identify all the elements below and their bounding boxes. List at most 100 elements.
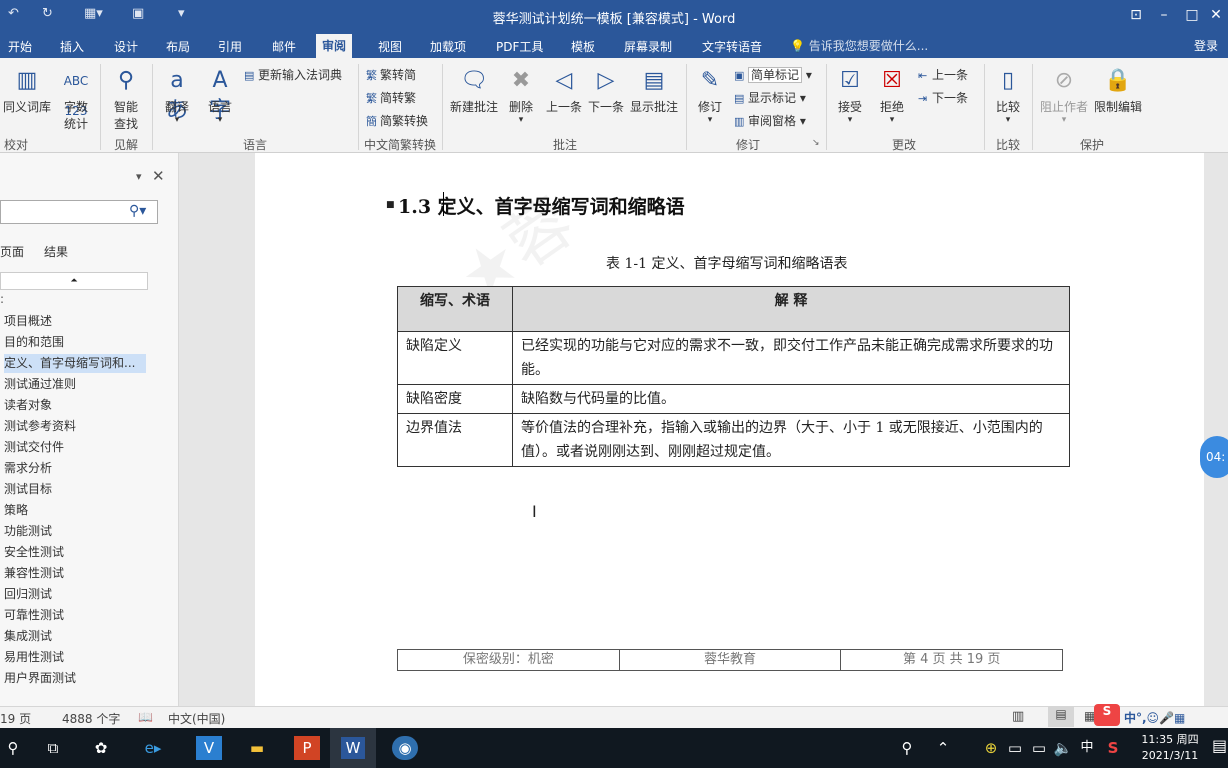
table-cell[interactable]: 已经实现的功能与它对应的需求不一致，即交付工作产品未能正确完成需求所要求的功能。 xyxy=(512,331,1070,385)
battery-icon[interactable]: ▭ xyxy=(1002,736,1028,760)
circle-app-icon[interactable]: ◉ xyxy=(392,736,418,760)
tab-mailings[interactable]: 邮件 xyxy=(266,36,302,58)
track-changes-button[interactable]: ✎ 修订 ▾ xyxy=(692,66,728,125)
simp-to-trad-button[interactable]: 繁简转繁 xyxy=(366,89,416,106)
nav-heading-item[interactable]: 测试目标 xyxy=(4,480,52,499)
search-icon[interactable]: ⚲ xyxy=(0,736,26,760)
pane-close-icon[interactable]: ✕ xyxy=(152,167,165,185)
tab-design[interactable]: 设计 xyxy=(108,36,144,58)
nav-heading-item[interactable]: 用户界面测试 xyxy=(4,669,76,688)
tab-insert[interactable]: 插入 xyxy=(54,36,90,58)
table-header-cell[interactable]: 解 释 xyxy=(512,286,1070,332)
maximize-icon[interactable]: □ xyxy=(1180,4,1204,26)
block-authors-button[interactable]: ⊘ 阻止作者 ▾ xyxy=(1038,66,1090,125)
nav-search-input[interactable]: ⚲▾ xyxy=(0,200,158,224)
table-caption[interactable]: 表 1-1 定义、首字母缩写词和缩略语表 xyxy=(606,253,847,273)
proofing-status-icon[interactable]: 📖 xyxy=(138,710,153,724)
print-layout-icon[interactable]: ▤ xyxy=(1048,707,1074,727)
word-count[interactable]: 4888 个字 xyxy=(62,710,120,727)
reviewing-pane-button[interactable]: ▥ 审阅窗格 ▾ xyxy=(734,112,806,129)
language-button[interactable]: A字 语言 ▾ xyxy=(200,66,240,125)
pane-options-icon[interactable]: ▾ xyxy=(136,170,142,183)
next-comment-button[interactable]: ▷ 下一条 xyxy=(586,66,626,115)
nav-heading-item[interactable]: 安全性测试 xyxy=(4,543,64,562)
ime-indicator[interactable]: 中 xyxy=(1074,736,1100,760)
tray-app-icon[interactable]: ⊕ xyxy=(978,736,1004,760)
tab-references[interactable]: 引用 xyxy=(212,36,248,58)
chevron-up-icon[interactable]: ⌃ xyxy=(930,736,956,760)
nav-tab-pages[interactable]: 页面 xyxy=(0,243,24,260)
nav-heading-item[interactable]: 测试交付件 xyxy=(4,438,64,457)
minimize-icon[interactable]: – xyxy=(1152,4,1176,26)
network-icon[interactable]: ▭ xyxy=(1026,736,1052,760)
notification-icon[interactable]: ▤ xyxy=(1212,736,1227,755)
tab-review[interactable]: 审阅 xyxy=(316,34,353,58)
search-icon[interactable]: ⚲▾ xyxy=(129,203,146,219)
nav-heading-item[interactable]: 策略 xyxy=(4,501,28,520)
file-explorer-icon[interactable]: ▬ xyxy=(244,736,270,760)
delete-comment-button[interactable]: ✖ 删除 ▾ xyxy=(504,66,538,125)
nav-heading-item[interactable]: 测试通过准则 xyxy=(4,375,76,394)
dialog-launcher-icon[interactable]: ↘ xyxy=(812,138,820,148)
nav-heading-item[interactable]: 读者对象 xyxy=(4,396,52,415)
read-mode-icon[interactable]: ▥ xyxy=(1012,709,1024,724)
scroll-up-button[interactable]: ⏶ xyxy=(0,272,148,290)
clock[interactable]: 11:35 周四 2021/3/11 xyxy=(1132,732,1208,764)
sign-in-link[interactable]: 登录 xyxy=(1194,37,1218,54)
nav-heading-item[interactable]: 测试参考资料 xyxy=(4,417,76,436)
ime-toolbar[interactable]: 中°,☺🎤▦ xyxy=(1124,709,1185,726)
tab-view[interactable]: 视图 xyxy=(372,36,408,58)
close-icon[interactable]: ✕ xyxy=(1204,4,1228,26)
trad-to-simp-button[interactable]: 繁繁转简 xyxy=(366,66,416,83)
tab-addins[interactable]: 加载项 xyxy=(424,36,472,58)
tab-screen-record[interactable]: 屏幕录制 xyxy=(618,36,678,58)
tell-me-search[interactable]: 💡 告诉我您想要做什么... xyxy=(790,37,928,54)
word-taskbar-button[interactable]: W xyxy=(330,728,376,768)
sogou-tray-icon[interactable]: S xyxy=(1100,736,1126,760)
task-view-icon[interactable]: ⧉ xyxy=(40,736,66,760)
tab-home[interactable]: 开始 xyxy=(2,36,38,58)
tab-pdf[interactable]: PDF工具 xyxy=(490,36,549,58)
sogou-ime-icon[interactable]: S xyxy=(1094,704,1120,726)
tab-template[interactable]: 模板 xyxy=(565,36,601,58)
user-icon[interactable]: ⚲ xyxy=(894,736,920,760)
restrict-editing-button[interactable]: 🔒 限制编辑 xyxy=(1092,66,1144,115)
vs-app-icon[interactable]: V xyxy=(196,736,222,760)
nav-heading-item[interactable]: 易用性测试 xyxy=(4,648,64,667)
smart-lookup-button[interactable]: ⚲ 智能 查找 xyxy=(104,66,148,132)
table-cell[interactable]: 缺陷数与代码量的比值。 xyxy=(512,384,1070,414)
tab-layout[interactable]: 布局 xyxy=(160,36,196,58)
recording-timer-badge[interactable]: 04: xyxy=(1200,436,1228,478)
word-count-button[interactable]: ABC 123 字数 统计 xyxy=(56,66,96,132)
next-change-button[interactable]: ⇥ 下一条 xyxy=(918,89,968,106)
nav-heading-item[interactable]: 兼容性测试 xyxy=(4,564,64,583)
nav-heading-item[interactable]: 功能测试 xyxy=(4,522,52,541)
table-cell[interactable]: 缺陷密度 xyxy=(397,384,513,414)
show-comments-button[interactable]: ▤ 显示批注 xyxy=(628,66,680,115)
table-header-cell[interactable]: 缩写、术语 xyxy=(397,286,513,332)
nav-heading-item[interactable]: 回归测试 xyxy=(4,585,52,604)
tab-tts[interactable]: 文字转语音 xyxy=(696,36,768,58)
volume-icon[interactable]: 🔈 xyxy=(1050,736,1076,760)
nav-heading-item[interactable]: 集成测试 xyxy=(4,627,52,646)
update-ime-button[interactable]: ▤ 更新输入法词典 xyxy=(244,66,342,83)
ribbon-display-icon[interactable]: ⊡ xyxy=(1124,4,1148,26)
nav-heading-item[interactable]: 可靠性测试 xyxy=(4,606,64,625)
thesaurus-button[interactable]: ▥ 同义词库 xyxy=(2,66,52,115)
table-cell[interactable]: 等价值法的合理补充，指输入或输出的边界（大于、小于 1 或无限接近、小范围内的值… xyxy=(512,413,1070,467)
table-cell[interactable]: 边界值法 xyxy=(397,413,513,467)
table-cell[interactable]: 缺陷定义 xyxy=(397,331,513,385)
accept-button[interactable]: ☑ 接受 ▾ xyxy=(832,66,868,125)
ie-browser-icon[interactable]: e▸ xyxy=(140,736,166,760)
markup-dropdown[interactable]: ▣ 简单标记 ▾ xyxy=(734,66,812,83)
show-markup-button[interactable]: ▤ 显示标记 ▾ xyxy=(734,89,806,106)
powerpoint-icon[interactable]: P xyxy=(294,736,320,760)
language-status[interactable]: 中文(中国) xyxy=(168,710,225,727)
page-count[interactable]: 19 页 xyxy=(0,710,31,727)
translate-button[interactable]: aあ 翻译 ▾ xyxy=(156,66,198,125)
nav-heading-item[interactable]: 定义、首字母缩写词和... xyxy=(4,354,146,373)
nav-heading-item[interactable]: 项目概述 xyxy=(4,312,52,331)
compare-button[interactable]: ▯ 比较 ▾ xyxy=(990,66,1026,125)
nav-tab-results[interactable]: 结果 xyxy=(44,243,68,260)
prev-change-button[interactable]: ⇤ 上一条 xyxy=(918,66,968,83)
